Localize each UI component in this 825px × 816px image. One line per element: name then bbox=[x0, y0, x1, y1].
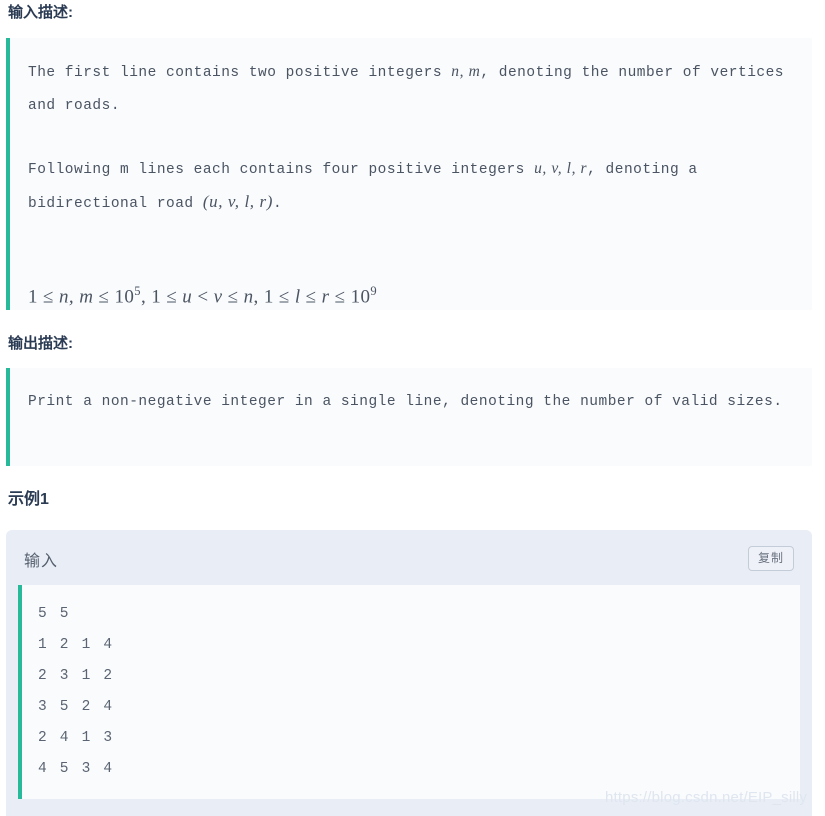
constraint-exp1: 5 bbox=[134, 284, 141, 298]
code-line: 2 4 1 3 bbox=[38, 730, 115, 747]
code-line: 5 5 bbox=[38, 606, 71, 623]
example-heading: 示例1 bbox=[8, 491, 49, 508]
constraint-p5: ≤ bbox=[222, 286, 244, 308]
output-description-body: Print a non-negative integer in a single… bbox=[10, 368, 812, 430]
code-line: 1 2 1 4 bbox=[38, 637, 115, 654]
input-constraints: 1 ≤ n, m ≤ 105, 1 ≤ u < v ≤ n, 1 ≤ l ≤ r… bbox=[28, 276, 796, 312]
constraint-v1: n, m bbox=[59, 286, 94, 308]
constraint-p4: < bbox=[192, 286, 214, 308]
example-input-panel: 输入 复制 5 5 1 2 1 4 2 3 1 2 3 5 2 4 2 4 1 … bbox=[6, 530, 812, 816]
output-description-text: Print a non-negative integer in a single… bbox=[28, 394, 783, 410]
constraint-p2: ≤ 10 bbox=[93, 286, 135, 308]
problem-statement-page: 输入描述: The first line contains two positi… bbox=[0, 0, 825, 816]
constraint-p6: , 1 ≤ bbox=[253, 286, 295, 308]
output-description-heading: 输出描述: bbox=[8, 335, 73, 352]
example-input-code-block: 5 5 1 2 1 4 2 3 1 2 3 5 2 4 2 4 1 3 4 5 … bbox=[18, 585, 800, 800]
constraint-v4: n bbox=[243, 286, 254, 308]
input-paragraph-2-post2: . bbox=[272, 196, 283, 212]
example-panel-header: 输入 复制 bbox=[6, 530, 812, 585]
constraint-exp2: 9 bbox=[370, 284, 378, 298]
input-paragraph-1-pre: The first line contains two positive int… bbox=[28, 65, 452, 81]
input-paragraph-1-math: n, m bbox=[451, 63, 481, 80]
code-line: 4 5 3 4 bbox=[38, 761, 115, 778]
input-description-panel: The first line contains two positive int… bbox=[6, 38, 812, 310]
constraint-p7: ≤ bbox=[300, 286, 322, 308]
input-paragraph-1: The first line contains two positive int… bbox=[28, 56, 796, 122]
code-line: 2 3 1 2 bbox=[38, 668, 115, 685]
input-paragraph-2-pre: Following m lines each contains four pos… bbox=[28, 162, 535, 178]
input-paragraph-2-math: u, v, l, r bbox=[534, 160, 588, 177]
example-input-label: 输入 bbox=[24, 552, 59, 570]
constraint-p1: 1 ≤ bbox=[28, 286, 60, 308]
constraint-p3: , 1 ≤ bbox=[140, 286, 183, 308]
input-paragraph-2: Following m lines each contains four pos… bbox=[28, 153, 796, 220]
output-description-panel: Print a non-negative integer in a single… bbox=[6, 368, 812, 466]
input-description-heading: 输入描述: bbox=[8, 4, 73, 21]
input-description-body: The first line contains two positive int… bbox=[10, 38, 812, 324]
input-paragraph-2-math2: (u, v, l, r) bbox=[202, 192, 273, 211]
code-line: 3 5 2 4 bbox=[38, 699, 115, 716]
copy-button[interactable]: 复制 bbox=[747, 546, 794, 572]
constraint-v2: u bbox=[182, 286, 193, 308]
constraint-p8: ≤ 10 bbox=[329, 286, 371, 308]
constraint-spacer bbox=[28, 220, 796, 276]
